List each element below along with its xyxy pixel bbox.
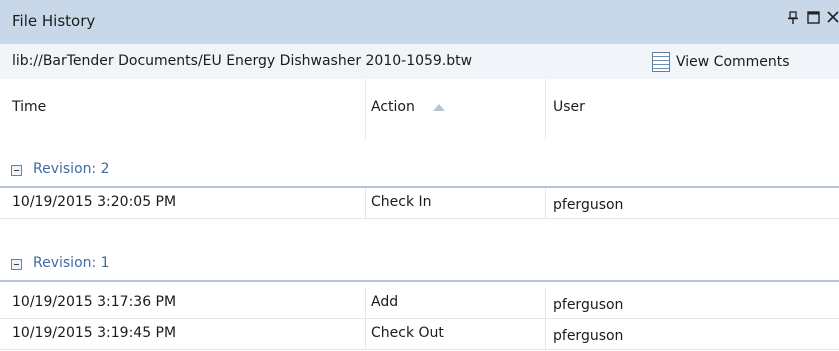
column-header-time[interactable]: Time [12,99,46,115]
pin-icon[interactable] [785,11,801,29]
cell-action: Check In [371,194,432,210]
cell-time: 10/19/2015 3:19:45 PM [12,325,177,341]
revision-group-label: Revision: 2 [33,161,110,177]
table-row[interactable]: 10/19/2015 3:19:45 PM Check Out pferguso… [0,319,839,350]
close-icon[interactable] [825,11,839,29]
collapse-icon[interactable] [11,165,22,176]
cell-action: Add [371,294,399,310]
view-comments-button[interactable]: View Comments [652,49,790,75]
column-header-action[interactable]: Action [371,99,445,115]
cell-divider [545,288,546,319]
column-divider[interactable] [545,79,546,139]
cell-divider [545,319,546,350]
revision-group-header[interactable]: Revision: 2 [0,160,839,184]
cell-time: 10/19/2015 3:17:36 PM [12,294,177,310]
panel-title-bar: File History [0,0,839,44]
cell-action: Check Out [371,325,444,341]
cell-time: 10/19/2015 3:20:05 PM [12,194,177,210]
table-row[interactable]: 10/19/2015 3:17:36 PM Add pferguson [0,288,839,319]
view-comments-label: View Comments [676,54,790,70]
column-divider[interactable] [365,79,366,139]
document-path-bar: lib://BarTender Documents/EU Energy Dish… [0,44,839,79]
group-divider [0,280,839,282]
table-row[interactable]: 10/19/2015 3:20:05 PM Check In pferguson [0,188,839,219]
cell-divider [365,288,366,319]
cell-user: pferguson [553,297,624,313]
maximize-icon[interactable] [805,11,821,29]
column-header-row: Time Action User [0,79,839,139]
cell-divider [365,188,366,219]
cell-user: pferguson [553,197,624,213]
revision-group-label: Revision: 1 [33,255,110,271]
notes-icon [652,52,670,72]
revision-group-header[interactable]: Revision: 1 [0,254,839,278]
column-header-user[interactable]: User [553,99,585,115]
collapse-icon[interactable] [11,259,22,270]
sort-ascending-icon [432,103,445,111]
column-header-action-label: Action [371,99,415,115]
cell-user: pferguson [553,328,624,344]
cell-divider [545,188,546,219]
document-path: lib://BarTender Documents/EU Energy Dish… [12,53,473,69]
panel-title: File History [12,12,96,30]
cell-divider [365,319,366,350]
